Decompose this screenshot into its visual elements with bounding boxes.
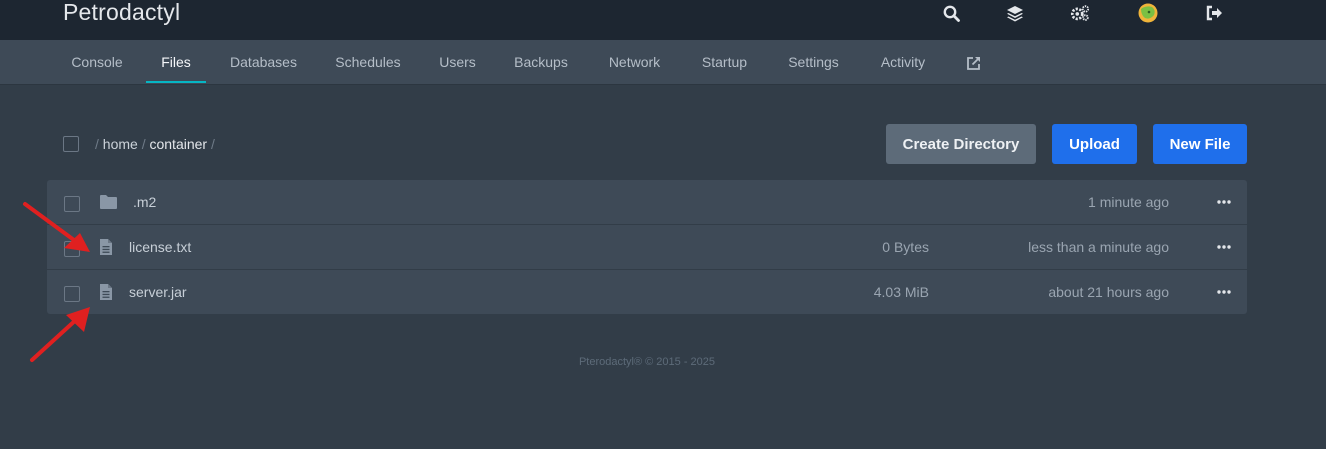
tab-console[interactable]: Console [63,40,131,84]
file-row-server-jar[interactable]: server.jar 4.03 MiB about 21 hours ago [47,270,1247,315]
folder-icon [99,194,118,215]
file-name[interactable]: license.txt [129,239,191,255]
row-checkbox[interactable] [64,286,80,302]
more-options-icon[interactable] [1216,240,1232,254]
tab-databases[interactable]: Databases [222,40,305,84]
tab-schedules[interactable]: Schedules [327,40,409,84]
file-list: .m2 1 minute ago license.txt 0 Bytes les… [47,180,1247,314]
file-row-license[interactable]: license.txt 0 Bytes less than a minute a… [47,225,1247,270]
file-icon [99,238,113,261]
top-navbar: Petrodactyl [0,0,1326,40]
tab-users[interactable]: Users [432,40,483,84]
tab-files[interactable]: Files [146,40,206,84]
search-icon[interactable] [941,3,961,23]
file-modified: less than a minute ago [1028,239,1169,255]
server-tabs: Console Files Databases Schedules Users … [0,40,1326,85]
file-icon [99,283,113,306]
layers-icon[interactable] [1005,3,1025,23]
tab-network[interactable]: Network [598,40,671,84]
avatar[interactable] [1138,3,1158,23]
tab-activity[interactable]: Activity [871,40,935,84]
more-options-icon[interactable] [1216,195,1232,209]
file-size: 4.03 MiB [873,284,929,300]
cogs-icon[interactable] [1070,3,1090,23]
tab-settings[interactable]: Settings [779,40,848,84]
sign-out-icon[interactable] [1205,3,1225,23]
file-modified: about 21 hours ago [1048,284,1169,300]
footer-copyright: Pterodactyl® © 2015 - 2025 [578,356,716,368]
breadcrumb-container[interactable]: container [149,136,207,152]
row-checkbox[interactable] [64,241,80,257]
breadcrumb-home[interactable]: home [103,136,138,152]
file-name[interactable]: server.jar [129,284,187,300]
brand-title[interactable]: Petrodactyl [63,0,180,26]
file-name[interactable]: .m2 [133,194,156,210]
upload-button[interactable]: Upload [1052,124,1137,164]
breadcrumb: / home / container / [95,136,215,152]
tab-backups[interactable]: Backups [506,40,576,84]
breadcrumb-separator: / [210,136,215,152]
new-file-button[interactable]: New File [1153,124,1247,164]
file-size: 0 Bytes [882,239,929,255]
row-checkbox[interactable] [64,196,80,212]
file-row-m2[interactable]: .m2 1 minute ago [47,180,1247,225]
more-options-icon[interactable] [1216,285,1232,299]
select-all-checkbox[interactable] [63,136,79,152]
file-modified: 1 minute ago [1088,194,1169,210]
create-directory-button[interactable]: Create Directory [886,124,1036,164]
tab-startup[interactable]: Startup [693,40,756,84]
external-link-icon[interactable] [957,40,989,84]
breadcrumb-separator: / [141,136,146,152]
breadcrumb-separator: / [95,136,99,152]
